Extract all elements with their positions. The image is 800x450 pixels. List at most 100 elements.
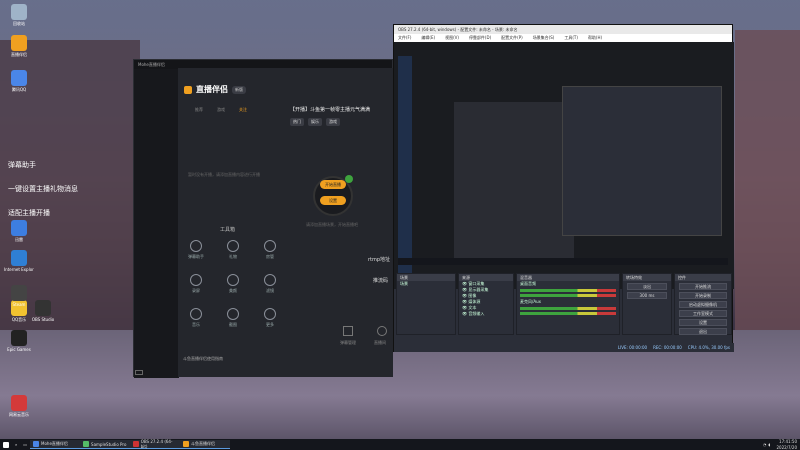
tool-item[interactable]: 美颜 [217, 274, 249, 294]
desktop-icon[interactable]: 直播伴侣 [4, 35, 34, 69]
tool-icon [264, 308, 276, 320]
helper-header: 直播伴侣 新版 [184, 84, 246, 95]
obs-titlebar: OBS 27.2.4 (64-bit, windows) - 配置文件: 未命名… [394, 25, 732, 34]
obs-menu-item[interactable]: 停靠部件(D) [469, 35, 491, 41]
helper-version-badge[interactable]: 新版 [232, 85, 246, 94]
start-button[interactable] [0, 440, 12, 449]
app-icon [33, 441, 40, 447]
room-label[interactable]: 直播间 [374, 340, 386, 346]
mixer-track-label: 桌面音频 [520, 281, 536, 286]
cpu-status: CPU: 4.0%, 30.00 fps [687, 345, 730, 350]
desktop-icon-label: 网易云音乐 [9, 412, 29, 417]
desktop-icon[interactable]: 回收站 [4, 4, 34, 38]
tool-item[interactable]: 房管 [254, 240, 286, 260]
tab-follow[interactable]: 关注 [239, 107, 247, 113]
transition-select[interactable]: 淡出 [627, 283, 667, 290]
obs-menu-item[interactable]: 配置文件(P) [501, 35, 523, 41]
desktop-icon-label: 回收站 [13, 21, 25, 26]
tool-icon [227, 308, 239, 320]
tool-item[interactable]: 滤镜 [254, 274, 286, 294]
tool-icon [190, 240, 202, 252]
control-button[interactable]: 开始录制 [679, 292, 727, 299]
tab-recommend[interactable]: 推荐 [195, 107, 203, 113]
toolbox-title: 工具箱 [220, 227, 236, 233]
control-button[interactable]: 启动虚拟摄像机 [679, 301, 727, 308]
obs-menu-item[interactable]: 编辑(E) [421, 35, 435, 41]
app-icon [11, 395, 27, 411]
taskbar-app[interactable]: SampleStudio Pro [80, 440, 131, 449]
desktop-icon[interactable]: OBS Studio [28, 300, 58, 334]
control-button[interactable]: 工作室模式 [679, 310, 727, 317]
obs-window[interactable]: OBS 27.2.4 (64-bit, windows) - 配置文件: 未命名… [393, 24, 734, 352]
tool-item[interactable]: 截图 [217, 308, 249, 328]
tool-item[interactable]: 弹幕助手 [180, 240, 212, 260]
room-icon[interactable] [377, 326, 387, 336]
helper-logo: 直播伴侣 [196, 85, 228, 94]
stream-tags: 热门 娱乐 游戏 [290, 118, 340, 126]
obs-menu-item[interactable]: 工具(T) [564, 35, 578, 41]
tool-icon [190, 308, 202, 320]
windows-icon [3, 441, 9, 448]
obs-menu-item[interactable]: 帮助(H) [588, 35, 602, 41]
desktop-icon-label: Internet Explorer [4, 267, 34, 272]
stream-title[interactable]: 【开播】斗鱼第一帧零主播元气满满 [290, 106, 370, 113]
app-icon [11, 4, 27, 20]
tool-item[interactable]: 录屏 [180, 274, 212, 294]
danmu-icon[interactable] [343, 326, 353, 336]
control-button[interactable]: 开始推流 [679, 283, 727, 290]
transitions-panel: 转场特效 淡出 300 ms [622, 273, 672, 335]
rec-status: REC: 00:00:00 [653, 345, 682, 350]
stream-key-label: 推流码 [373, 278, 389, 284]
desktop-icon[interactable]: Epic Games [4, 330, 34, 364]
taskview-button[interactable]: ▭ [20, 440, 30, 449]
empty-hint: 暂时没有开播，请添加直播内容进行开播 [188, 172, 260, 177]
clock[interactable]: 17:41:50 2022/7/20 [773, 440, 800, 450]
footer-hint[interactable]: 斗鱼直播伴侣使用指南 [183, 356, 223, 362]
start-live-button[interactable]: 开始直播 [320, 180, 346, 189]
app-icon [133, 441, 139, 447]
tag-item[interactable]: 娱乐 [308, 118, 322, 126]
taskbar-app[interactable]: OBS 27.2.4 (64-bit) [130, 439, 181, 449]
mixer-panel: 混音器 桌面音频 麦克风/Aux [516, 273, 620, 335]
search-icon: ⌕ [15, 442, 18, 447]
source-item[interactable]: 👁 音频输入 [459, 311, 513, 317]
tag-item[interactable]: 游戏 [326, 118, 340, 126]
tool-item[interactable]: 更多 [254, 308, 286, 328]
network-icon: ◔ [762, 442, 767, 447]
taskbar-app[interactable]: 斗鱼直播伴侣 [180, 440, 231, 449]
minimize-icon[interactable] [135, 370, 143, 375]
obs-preview[interactable] [394, 42, 734, 289]
mixer-track-label: 麦克风/Aux [520, 299, 541, 304]
obs-statusbar: LIVE: 00:00:00 REC: 00:00:00 CPU: 4.0%, … [394, 343, 734, 352]
danmu-manage-label[interactable]: 弹幕管理 [340, 340, 356, 346]
obs-menu-item[interactable]: 场景集合(S) [533, 35, 555, 41]
desktop-icon[interactable]: 迅雷 [4, 220, 34, 254]
duration-field[interactable]: 300 ms [627, 292, 667, 299]
obs-menu-item[interactable]: 视图(V) [445, 35, 459, 41]
desktop-icon-label: 迅雷 [15, 237, 23, 242]
settings-button[interactable]: 设置 [320, 196, 346, 205]
obs-menu-item[interactable]: 文件(F) [398, 35, 411, 41]
desktop-icon[interactable]: 腾讯QQ [4, 70, 34, 104]
tool-item[interactable]: 音乐 [180, 308, 212, 328]
taskview-icon: ▭ [23, 442, 28, 447]
scene-item[interactable]: 场景 [397, 281, 455, 287]
tool-icon [227, 240, 239, 252]
tool-item[interactable]: 礼物 [217, 240, 249, 260]
app-icon [183, 441, 190, 447]
control-button[interactable]: 退出 [679, 328, 727, 335]
desktop-icon[interactable]: 网易云音乐 [4, 395, 34, 429]
obs-menubar: 文件(F) 编辑(E) 视图(V) 停靠部件(D) 配置文件(P) 场景集合(S) 工具(T… [394, 34, 732, 42]
tool-icon [227, 274, 239, 286]
tab-game[interactable]: 游戏 [217, 107, 225, 113]
tag-item[interactable]: 热门 [290, 118, 304, 126]
desktop-icon-label: OBS Studio [31, 317, 55, 322]
preview-nested-obs [562, 86, 722, 236]
helper-main [178, 68, 393, 377]
search-button[interactable]: ⌕ [12, 440, 20, 449]
tray-icons[interactable]: ◔ ◖ [760, 440, 774, 449]
taskbar-app[interactable]: Mohe直播伴侣 [30, 440, 81, 449]
audio-meter [520, 307, 616, 310]
control-button[interactable]: 设置 [679, 319, 727, 326]
desktop-icon[interactable]: Internet Explorer [4, 250, 34, 284]
